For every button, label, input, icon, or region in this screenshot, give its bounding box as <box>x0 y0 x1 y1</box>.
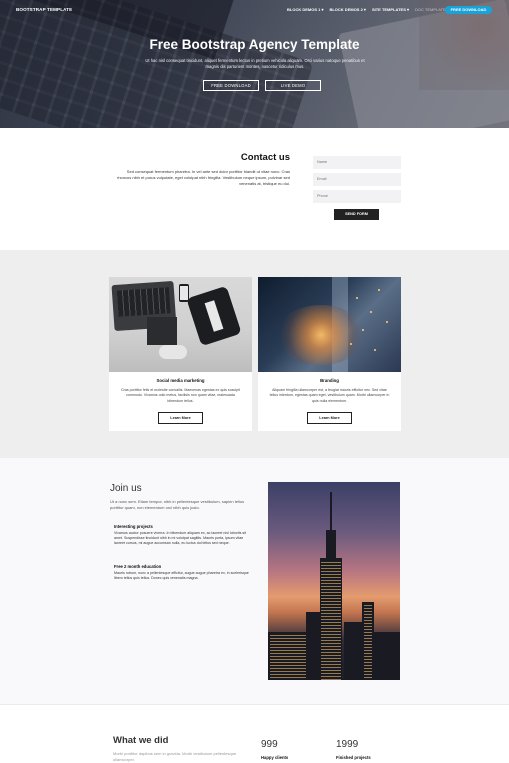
stat-label: Happy clients <box>261 755 289 760</box>
spire <box>330 492 332 532</box>
feature-title: Free 2 month education <box>114 564 162 569</box>
card-title: Branding <box>320 378 339 383</box>
nav-free-download-button[interactable]: FREE DOWNLOAD <box>445 6 492 14</box>
phone-field[interactable] <box>313 190 401 203</box>
nav-item-block-demos-2[interactable]: BLOCK DEMOS 2 ▾ <box>329 7 365 12</box>
nav-item-site-templates[interactable]: SITE TEMPLATES ▾ <box>372 7 409 12</box>
contact-text: Sed consequat fermentum pharetra. In vel… <box>117 169 290 186</box>
nav-item-block-demos-1[interactable]: BLOCK DEMOS 1 ▾ <box>287 7 323 12</box>
card-text: Aliquam fringilla ullamcorper est, a feu… <box>269 388 390 403</box>
stat-number: 999 <box>261 739 278 750</box>
building <box>306 612 320 680</box>
join-text: Ut a nunc sem. Etiam tempor, nibh in pel… <box>110 499 245 510</box>
spark <box>374 349 376 351</box>
services-section <box>0 250 509 458</box>
stat-number: 1999 <box>336 739 359 750</box>
spark <box>356 297 358 299</box>
hero-free-download-button[interactable]: FREE DOWNLOAD <box>203 80 259 91</box>
feature-text: Vivamus auctor posuere viverra. In biben… <box>114 531 246 546</box>
hero-section: BOOTSTRAP TEMPLATE BLOCK DEMOS 1 ▾ BLOCK… <box>0 0 509 128</box>
sparkler-glow-image <box>276 305 366 365</box>
feature-title: Interesting projects <box>114 524 153 529</box>
notebook-image <box>147 317 177 345</box>
card-title: Social media marketing <box>156 378 205 383</box>
city-skyline-image <box>268 482 400 680</box>
tower-top <box>326 530 336 560</box>
hero-live-demo-button[interactable]: LIVE DEMO <box>265 80 321 91</box>
card-image-social-media <box>109 277 252 372</box>
spark <box>350 343 352 345</box>
contact-title: Contact us <box>240 152 290 163</box>
section-divider <box>0 704 509 705</box>
card-text: Cras porttitor felis et molestie convall… <box>121 388 240 403</box>
spark <box>362 329 364 331</box>
email-field[interactable] <box>313 173 401 186</box>
learn-more-button[interactable]: Learn More <box>158 412 203 424</box>
building <box>374 632 400 680</box>
send-form-button[interactable]: SEND FORM <box>334 209 379 220</box>
spark <box>370 311 372 313</box>
hero-subtitle: Ut hac nisl consequat tincidunt, aliquet… <box>145 58 365 69</box>
spark <box>386 321 388 323</box>
name-field[interactable] <box>313 156 401 169</box>
tower-lights <box>321 560 341 680</box>
card-social-media: Social media marketing Cras porttitor fe… <box>109 277 252 431</box>
card-branding: Branding Aliquam fringilla ullamcorper e… <box>258 277 401 431</box>
brand-logo[interactable]: BOOTSTRAP TEMPLATE <box>16 7 72 12</box>
building-lights <box>364 604 372 678</box>
what-we-did-title: What we did <box>113 735 169 746</box>
card-image-branding <box>258 277 401 372</box>
shoes-image <box>159 345 187 359</box>
shirt-image <box>186 285 242 347</box>
what-we-did-text: Morbi porttitor dapibus sem in gravida. … <box>113 751 237 762</box>
hero-title: Free Bootstrap Agency Template <box>149 37 360 52</box>
join-title: Join us <box>110 483 142 494</box>
spark <box>378 289 380 291</box>
top-navbar: BOOTSTRAP TEMPLATE BLOCK DEMOS 1 ▾ BLOCK… <box>0 0 509 20</box>
feature-text: Mauris rutrum, nunc a pellentesque effic… <box>114 571 249 581</box>
stat-label: Finished projects <box>336 755 371 760</box>
nav-menu: BLOCK DEMOS 1 ▾ BLOCK DEMOS 2 ▾ SITE TEM… <box>287 7 452 12</box>
building <box>344 622 362 680</box>
building-lights <box>270 634 306 678</box>
join-section <box>0 458 509 704</box>
learn-more-button[interactable]: Learn More <box>307 412 352 424</box>
